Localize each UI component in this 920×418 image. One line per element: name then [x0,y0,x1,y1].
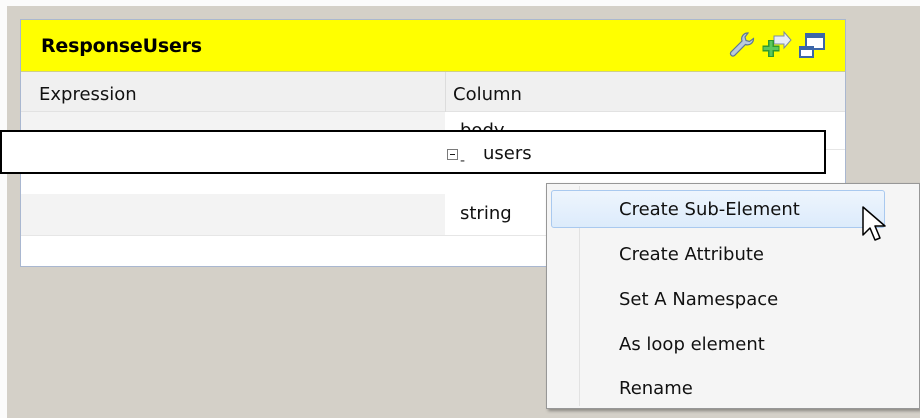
collapse-toggle-icon[interactable] [447,149,458,160]
column-divider[interactable] [445,72,446,112]
column-cell: users [483,143,532,164]
menu-item-label: Create Sub-Element [619,199,800,220]
expression-cell[interactable] [21,194,445,235]
menu-item-label: Create Attribute [619,244,765,265]
window-frame-left [0,0,7,418]
wrench-icon[interactable] [726,30,756,60]
add-arrow-icon[interactable] [762,30,792,60]
tree-connector: - [460,153,466,169]
menu-item-as-loop-element[interactable]: As loop element [551,325,885,363]
column-column-header[interactable]: Column [453,84,522,105]
column-cell: string [460,203,512,224]
table-row-selected[interactable]: users [0,130,826,174]
mouse-pointer-icon [861,205,889,247]
menu-item-set-a-namespace[interactable]: Set A Namespace [551,280,885,318]
menu-item-label: As loop element [619,334,765,355]
menu-item-create-attribute[interactable]: Create Attribute [551,235,885,273]
menu-item-label: Rename [619,378,693,399]
menu-item-rename[interactable]: Rename [551,369,885,407]
column-headers [21,72,845,112]
panel-header: ResponseUsers [21,20,845,72]
window-icon[interactable] [798,30,828,60]
menu-item-create-sub-element[interactable]: Create Sub-Element [551,190,885,228]
expression-column-header[interactable]: Expression [39,84,137,105]
panel-title: ResponseUsers [41,35,202,57]
menu-item-label: Set A Namespace [619,289,779,310]
window-frame-top [0,0,920,6]
